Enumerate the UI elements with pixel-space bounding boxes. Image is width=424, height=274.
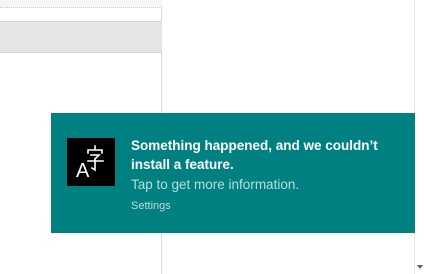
svg-text:A: A bbox=[76, 160, 90, 182]
language-icon: A bbox=[67, 138, 115, 186]
window-header-bar bbox=[0, 21, 162, 53]
desktop: A Something happened, and we couldn’t in… bbox=[0, 0, 424, 274]
vertical-scrollbar[interactable] bbox=[414, 0, 424, 274]
toast-subtitle: Tap to get more information. bbox=[131, 177, 300, 192]
scroll-down-arrow-icon[interactable] bbox=[417, 265, 423, 269]
toast-notification[interactable]: A Something happened, and we couldn’t in… bbox=[51, 113, 415, 233]
window-top-strip bbox=[0, 0, 162, 8]
toast-title: Something happened, and we couldn’t inst… bbox=[131, 138, 378, 172]
toast-source-app: Settings bbox=[131, 200, 171, 212]
